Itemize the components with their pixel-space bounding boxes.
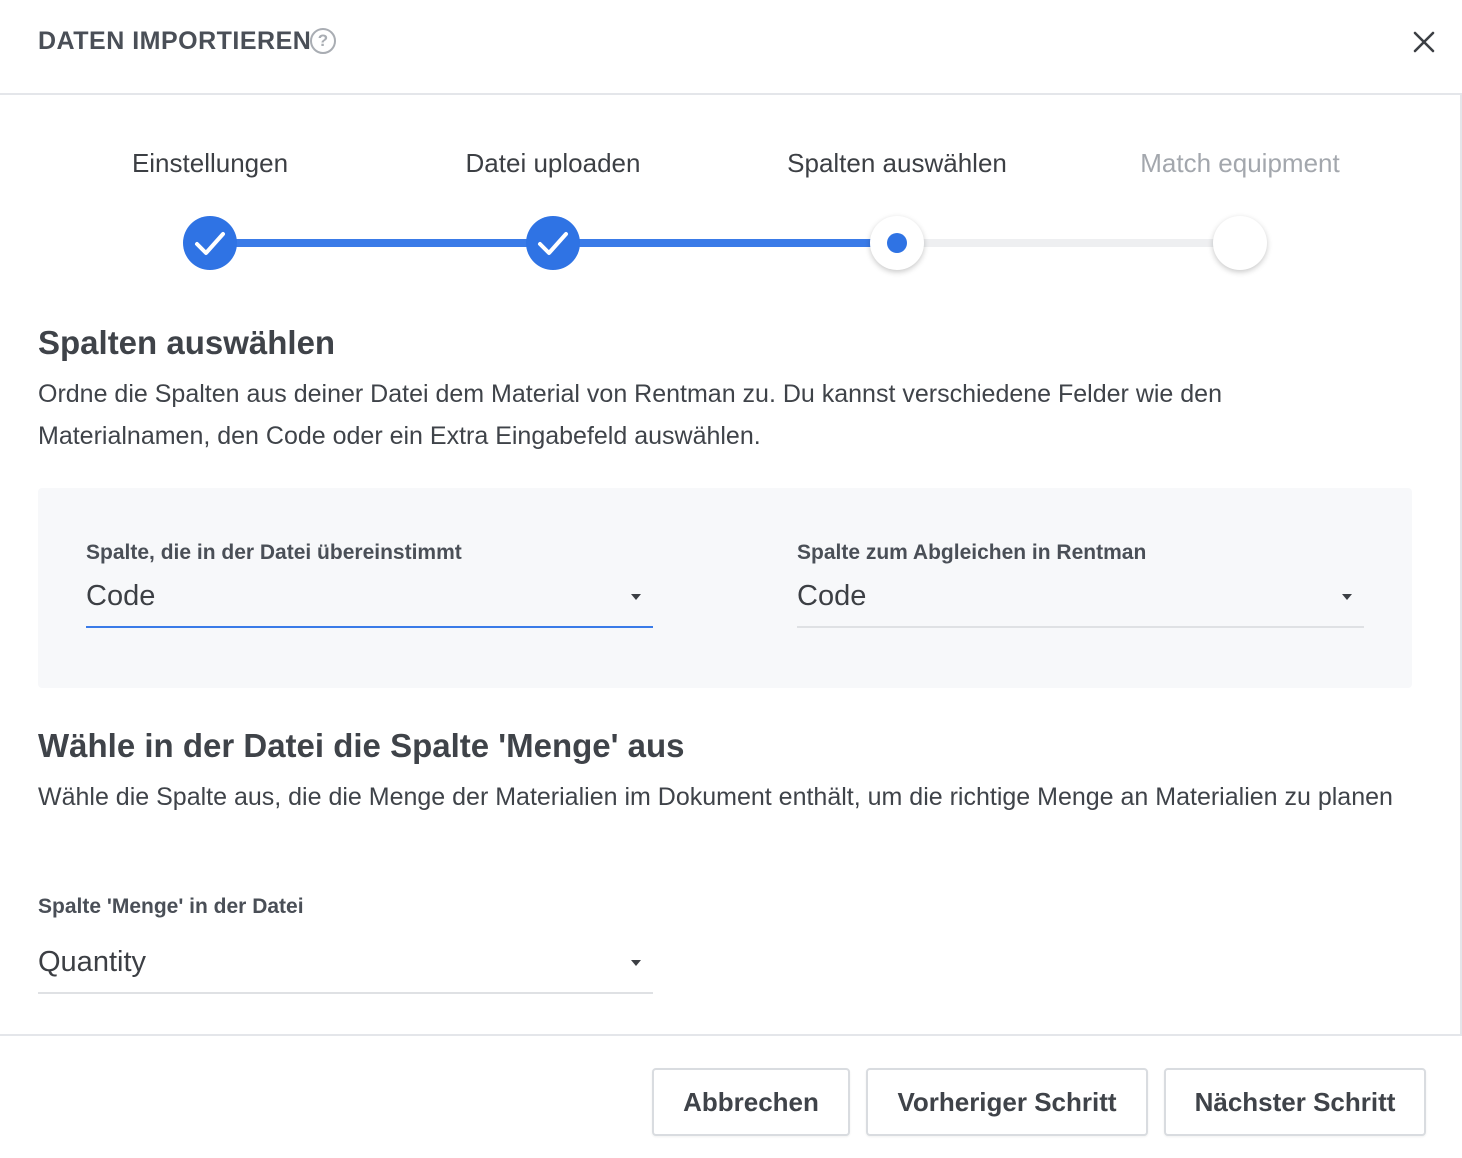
dialog-title: DATEN IMPORTIEREN xyxy=(38,27,312,55)
current-step-dot-icon xyxy=(887,233,907,253)
quantity-column-select[interactable]: Quantity xyxy=(38,942,653,994)
rentman-column-value: Code xyxy=(797,580,867,612)
help-icon[interactable]: ? xyxy=(310,28,336,54)
quantity-section-description: Wähle die Spalte aus, die die Menge der … xyxy=(38,783,1393,811)
step-label-datei-uploaden: Datei uploaden xyxy=(465,148,641,178)
step-connector-1 xyxy=(233,239,529,247)
caret-down-icon xyxy=(1342,594,1352,600)
step-indicator-spalten-auswaehlen xyxy=(870,216,924,270)
dialog-header: DATEN IMPORTIEREN ? xyxy=(0,0,1462,95)
checkmark-icon xyxy=(538,232,568,255)
checkmark-icon xyxy=(195,232,225,255)
rentman-column-label: Spalte zum Abgleichen in Rentman xyxy=(797,541,1147,564)
step-connector-3 xyxy=(920,239,1216,247)
columns-section-description: Ordne die Spalten aus deiner Datei dem M… xyxy=(38,380,1222,450)
file-column-label: Spalte, die in der Datei übereinstimmt xyxy=(86,541,462,564)
previous-step-button[interactable]: Vorheriger Schritt xyxy=(866,1068,1148,1136)
step-label-spalten-auswaehlen: Spalten auswählen xyxy=(787,148,1007,178)
column-match-panel: Spalte, die in der Datei übereinstimmt C… xyxy=(38,488,1412,688)
step-indicator-einstellungen xyxy=(183,216,237,270)
quantity-section-heading: Wähle in der Datei die Spalte 'Menge' au… xyxy=(38,727,685,764)
step-indicator-match-equipment xyxy=(1213,216,1267,270)
close-icon[interactable] xyxy=(1408,26,1440,58)
step-label-match-equipment: Match equipment xyxy=(1140,148,1340,178)
step-indicator-datei-uploaden xyxy=(526,216,580,270)
columns-section-heading: Spalten auswählen xyxy=(38,324,336,361)
caret-down-icon xyxy=(631,594,641,600)
quantity-column-value: Quantity xyxy=(38,946,146,978)
file-column-select[interactable]: Code xyxy=(86,576,653,628)
quantity-column-label: Spalte 'Menge' in der Datei xyxy=(38,895,304,918)
next-step-button[interactable]: Nächster Schritt xyxy=(1164,1068,1426,1136)
file-column-value: Code xyxy=(86,580,156,612)
rentman-column-select[interactable]: Code xyxy=(797,576,1364,628)
caret-down-icon xyxy=(631,960,641,966)
step-label-einstellungen: Einstellungen xyxy=(131,148,289,178)
step-connector-2 xyxy=(576,239,872,247)
cancel-button[interactable]: Abbrechen xyxy=(652,1068,850,1136)
